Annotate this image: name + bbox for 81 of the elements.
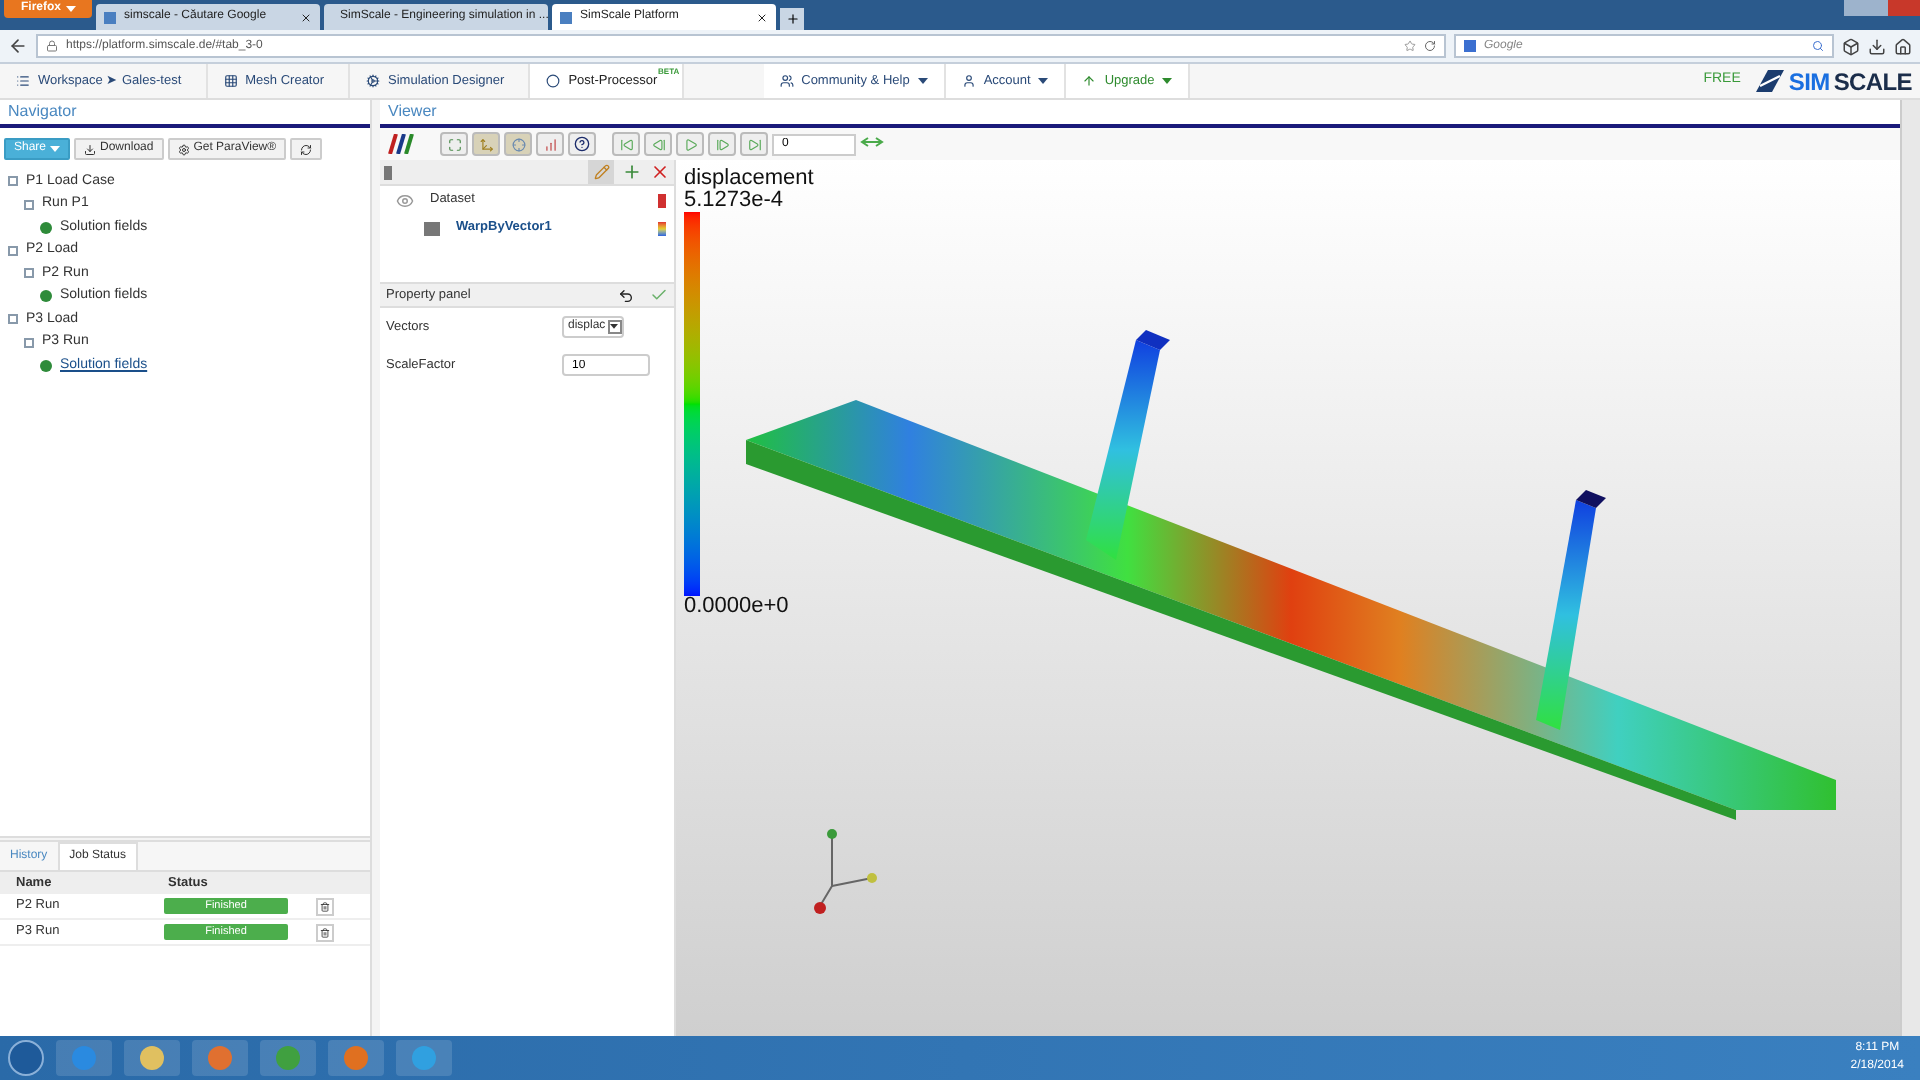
- help-button[interactable]: [568, 132, 596, 156]
- back-icon[interactable]: [8, 36, 28, 56]
- close-icon[interactable]: [756, 11, 768, 23]
- collapse-icon[interactable]: [24, 337, 34, 348]
- gear-icon: [366, 74, 381, 88]
- axes-button[interactable]: [472, 132, 500, 156]
- axes-icon: [479, 137, 493, 151]
- trash-icon: [320, 927, 330, 937]
- caret-icon: [917, 78, 928, 84]
- caret-icon: [65, 6, 75, 12]
- caret-icon: [1162, 78, 1173, 84]
- crosshair-icon: [511, 137, 525, 151]
- collapse-icon[interactable]: [8, 245, 18, 256]
- legend-min: 0.0000e+0: [684, 596, 791, 618]
- new-tab-button[interactable]: [780, 8, 804, 30]
- step-forward-icon: [715, 137, 729, 151]
- lock-icon: [46, 40, 58, 52]
- home-icon[interactable]: [1894, 37, 1912, 55]
- taskbar-app-icon[interactable]: [124, 1040, 180, 1076]
- step-back-icon: [651, 137, 665, 151]
- delete-icon[interactable]: [650, 162, 670, 182]
- circle-icon: [546, 74, 561, 88]
- reload-icon[interactable]: [1424, 40, 1436, 52]
- list-icon: [16, 74, 30, 88]
- playback-button[interactable]: [676, 132, 704, 156]
- panel-title: Viewer: [388, 100, 437, 124]
- help-icon: [574, 136, 590, 152]
- skip-back-icon: [619, 137, 633, 151]
- plus-icon: [785, 12, 799, 26]
- delete-button[interactable]: [316, 923, 334, 941]
- collapse-icon[interactable]: [8, 314, 18, 325]
- eye-icon[interactable]: [396, 191, 414, 209]
- device-icon: [384, 165, 392, 179]
- star-icon[interactable]: [1404, 40, 1416, 52]
- pencil-icon: [593, 164, 609, 180]
- caret-icon: [1038, 78, 1049, 84]
- caret-icon: [610, 324, 619, 330]
- expand-icon: [447, 137, 461, 151]
- panel-title: Navigator: [8, 100, 77, 124]
- trash-icon: [320, 901, 330, 911]
- search-engine-icon: [1464, 40, 1476, 52]
- download-icon[interactable]: [1868, 37, 1886, 55]
- favicon-icon: [104, 11, 116, 23]
- delete-button[interactable]: [316, 897, 334, 915]
- legend-title: displacement: [684, 168, 814, 190]
- playback-button[interactable]: [612, 132, 640, 156]
- start-button[interactable]: [8, 1040, 44, 1076]
- playback-button[interactable]: [740, 132, 768, 156]
- refresh-button[interactable]: [290, 138, 323, 160]
- cube-icon: [424, 221, 440, 235]
- collapse-icon[interactable]: [8, 176, 18, 187]
- search-icon[interactable]: [1812, 40, 1824, 52]
- center-button[interactable]: [504, 132, 532, 156]
- paraview-logo: [388, 134, 416, 154]
- favicon-icon: [560, 11, 572, 23]
- box-icon[interactable]: [1842, 37, 1860, 55]
- reset-icon[interactable]: [618, 287, 634, 303]
- play-icon: [683, 137, 697, 151]
- range-arrows-icon[interactable]: [860, 136, 884, 152]
- gear-icon: [177, 143, 190, 155]
- collapse-icon[interactable]: [24, 268, 34, 279]
- playback-button[interactable]: [708, 132, 736, 156]
- simscale-logo[interactable]: SIM SCALE: [1756, 69, 1912, 93]
- playback-button[interactable]: [644, 132, 672, 156]
- bar-chart-icon: [543, 137, 557, 151]
- download-icon: [84, 143, 97, 155]
- collapse-icon[interactable]: [24, 199, 34, 210]
- scrollbar[interactable]: [1900, 100, 1920, 1036]
- close-icon[interactable]: [300, 11, 312, 23]
- refresh-icon: [300, 143, 313, 155]
- apply-icon[interactable]: [650, 286, 668, 304]
- user-icon: [961, 74, 976, 88]
- grid-icon: [223, 74, 238, 88]
- window-controls[interactable]: [1844, 0, 1920, 16]
- reset-camera-button[interactable]: [440, 132, 468, 156]
- skip-forward-icon: [747, 137, 761, 151]
- legend-max: 5.1273e-4: [684, 190, 784, 212]
- caret-icon: [50, 146, 61, 152]
- add-icon[interactable]: [622, 162, 642, 182]
- users-icon: [779, 74, 794, 88]
- arrow-up-icon: [1082, 74, 1097, 88]
